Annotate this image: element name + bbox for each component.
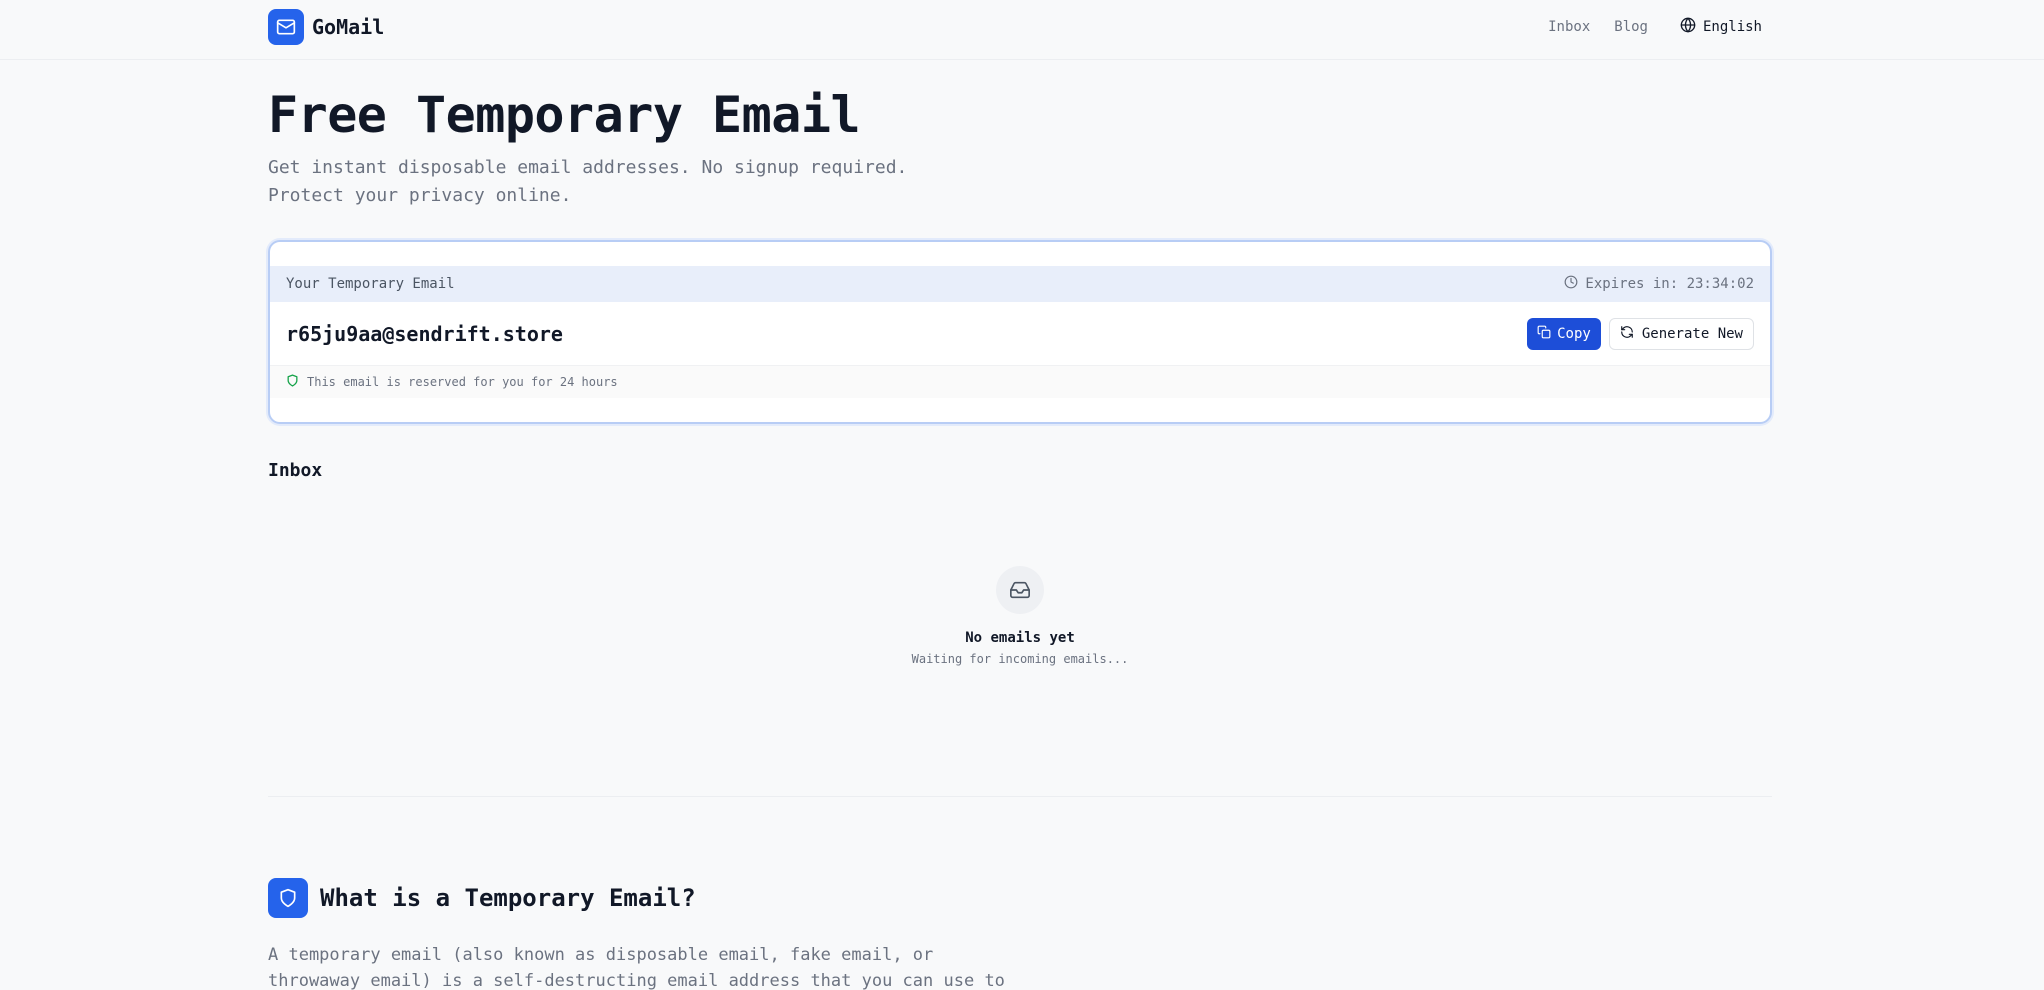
email-actions: Copy Generate New bbox=[1527, 317, 1754, 350]
empty-inbox-subtitle: Waiting for incoming emails... bbox=[911, 652, 1129, 666]
brand-name: GoMail bbox=[312, 15, 385, 39]
language-label: English bbox=[1702, 19, 1762, 35]
email-card-label: Your Temporary Email bbox=[286, 276, 455, 292]
clock-icon bbox=[1564, 275, 1585, 293]
reservation-note-text: This email is reserved for you for 24 ho… bbox=[307, 375, 618, 389]
page-title: Free Temporary Email bbox=[268, 86, 861, 144]
language-selector[interactable]: English bbox=[1680, 17, 1762, 37]
globe-icon bbox=[1680, 17, 1703, 37]
copy-button[interactable]: Copy bbox=[1527, 317, 1601, 350]
about-section-paragraph: A temporary email (also known as disposa… bbox=[268, 945, 1005, 990]
refresh-icon bbox=[1620, 325, 1642, 343]
nav-blog-link[interactable]: Blog bbox=[1614, 19, 1648, 35]
mail-icon bbox=[268, 9, 304, 45]
inbox-heading: Inbox bbox=[268, 460, 323, 481]
expiry-timer: Expires in: 23:34:02 bbox=[1564, 275, 1754, 293]
brand-logo[interactable]: GoMail bbox=[268, 9, 384, 45]
about-section-header: What is a Temporary Email? bbox=[268, 878, 696, 918]
shield-icon bbox=[268, 878, 308, 918]
email-address[interactable]: r65ju9aa@sendrift.store bbox=[286, 322, 563, 346]
generate-new-button[interactable]: Generate New bbox=[1608, 317, 1754, 350]
top-nav: Inbox Blog English bbox=[1548, 17, 1762, 37]
nav-inbox-link[interactable]: Inbox bbox=[1548, 19, 1590, 35]
copy-icon bbox=[1537, 325, 1557, 343]
reservation-note: This email is reserved for you for 24 ho… bbox=[270, 366, 1770, 398]
generate-new-label: Generate New bbox=[1641, 325, 1743, 342]
expiry-text: Expires in: 23:34:02 bbox=[1585, 276, 1754, 292]
email-card-header: Your Temporary Email Expires in: 23:34:0… bbox=[270, 266, 1770, 302]
empty-inbox-title: No emails yet bbox=[965, 630, 1075, 646]
inbox-empty-state: No emails yet Waiting for incoming email… bbox=[768, 566, 1272, 666]
top-header: GoMail Inbox Blog English bbox=[0, 0, 2044, 60]
inbox-icon bbox=[996, 566, 1044, 614]
about-section-title: What is a Temporary Email? bbox=[320, 884, 696, 912]
page-subtitle: Get instant disposable email addresses. … bbox=[268, 157, 908, 206]
section-divider bbox=[268, 796, 1772, 797]
copy-button-label: Copy bbox=[1557, 325, 1591, 342]
shield-icon bbox=[286, 374, 307, 390]
temporary-email-card: Your Temporary Email Expires in: 23:34:0… bbox=[268, 240, 1772, 424]
email-card-body: r65ju9aa@sendrift.store Copy Generate Ne… bbox=[270, 302, 1770, 366]
